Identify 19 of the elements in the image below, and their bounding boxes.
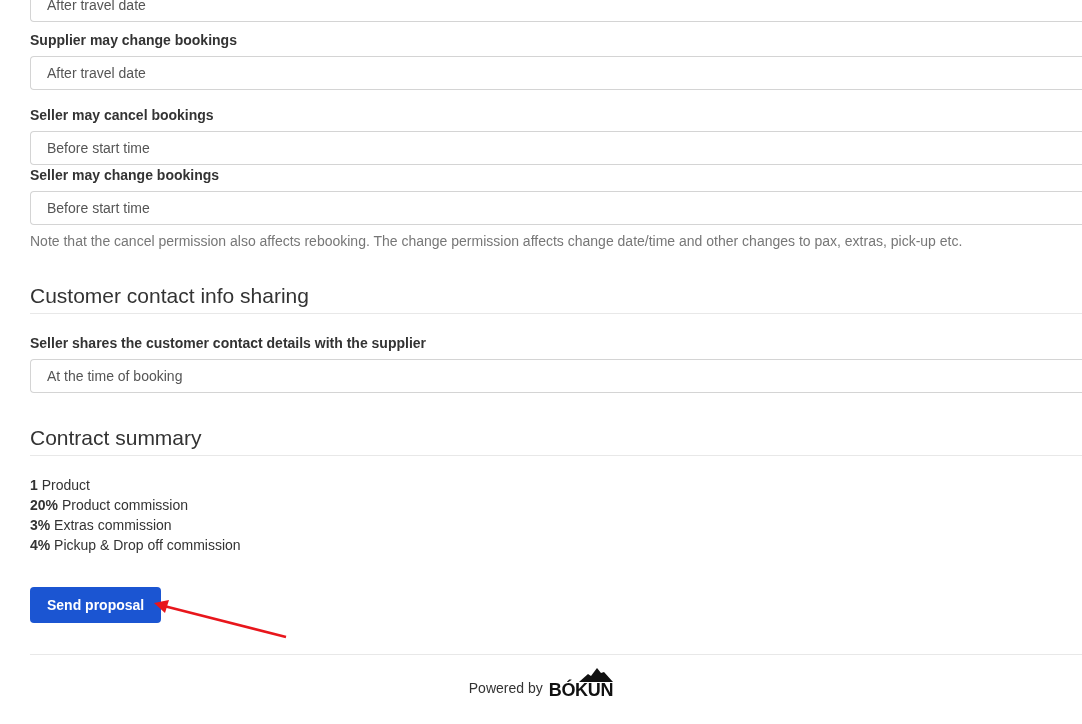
input-field[interactable]: Before start time: [30, 131, 1082, 165]
send-proposal-button[interactable]: Send proposal: [30, 587, 162, 623]
field-label: Supplier may change bookings: [30, 31, 238, 50]
section-heading: Customer contact info sharing: [30, 283, 309, 309]
powered-by-text: Powered by: [468, 679, 543, 698]
logo-wordmark: BÓKUN: [548, 681, 614, 699]
field-label: Seller may cancel bookings: [30, 106, 215, 125]
field-label: Seller shares the customer contact details with the supplier: [30, 334, 427, 353]
input-field[interactable]: After travel date: [30, 56, 1082, 90]
summary-line: 20% Product commission: [30, 496, 188, 515]
input-field[interactable]: Before start time: [30, 191, 1082, 225]
summary-line: 3% Extras commission: [30, 516, 172, 535]
section-heading: Contract summary: [30, 425, 202, 451]
help-note: Note that the cancel permission also affects rebooking. The change permission affects change date/time and other changes to pax, extras, pick-up etc.: [30, 232, 963, 251]
summary-line: 4% Pickup & Drop off commission: [30, 536, 241, 555]
summary-line: 1 Product: [30, 476, 90, 495]
input-field[interactable]: After travel date: [30, 0, 1082, 22]
field-label: Seller may change bookings: [30, 166, 221, 185]
input-field[interactable]: At the time of booking: [30, 359, 1082, 393]
